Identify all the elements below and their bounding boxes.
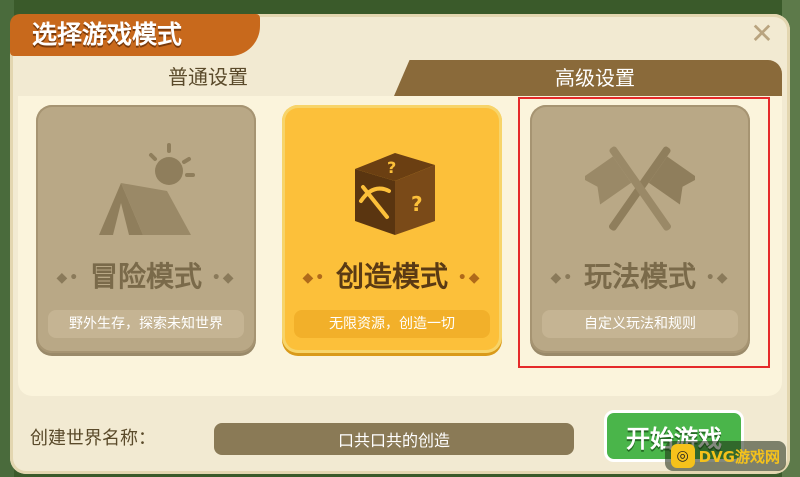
- mode-card-adventure[interactable]: ◆• 冒险模式 •◆ 野外生存，探索未知世界: [36, 105, 256, 353]
- highlight-annotation: [518, 97, 770, 368]
- close-icon[interactable]: ✕: [748, 20, 776, 48]
- mode-title-create: ◆• 创造模式 •◆: [282, 255, 502, 295]
- dialog-title: 选择游戏模式: [10, 14, 260, 56]
- world-name-label: 创建世界名称：: [30, 428, 156, 449]
- tab-normal-settings[interactable]: 普通设置: [18, 58, 398, 96]
- title-ornament-left: ◆•: [56, 270, 81, 286]
- mode-title-adventure: ◆• 冒险模式 •◆: [36, 255, 256, 295]
- mode-name-create: 创造模式: [335, 260, 448, 293]
- world-name-input[interactable]: [214, 423, 574, 455]
- tab-advanced-label: 高级设置: [555, 66, 635, 90]
- mystery-box-icon: ? ?: [355, 153, 435, 235]
- title-ornament-left: ◆•: [302, 270, 327, 286]
- watermark: ◎ DVG游戏网: [664, 441, 786, 471]
- svg-text:?: ?: [411, 192, 423, 216]
- tab-advanced-settings[interactable]: 高级设置: [394, 60, 782, 96]
- watermark-logo-icon: ◎: [670, 444, 695, 468]
- mode-name-adventure: 冒险模式: [89, 260, 202, 293]
- mode-card-create[interactable]: ? ? ◆• 创造模式 •◆ 无限资源，创造一切: [282, 105, 502, 353]
- mode-desc-create: 无限资源，创造一切: [294, 310, 490, 338]
- watermark-text: DVG游戏网: [698, 447, 780, 466]
- tent-icon: [99, 143, 195, 235]
- svg-text:?: ?: [387, 158, 396, 177]
- title-ornament-right: •◆: [211, 270, 236, 286]
- settings-tabs: 普通设置 高级设置: [18, 58, 782, 96]
- title-ornament-right: •◆: [457, 270, 482, 286]
- mode-desc-adventure: 野外生存，探索未知世界: [48, 310, 244, 338]
